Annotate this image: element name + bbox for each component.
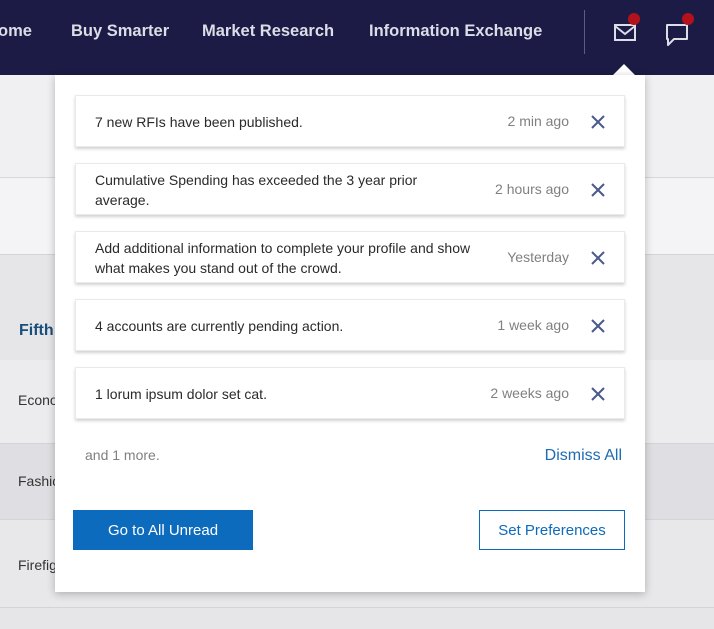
background-row-label: Econo bbox=[18, 392, 58, 408]
chat-button[interactable] bbox=[664, 13, 694, 46]
notification-message: 7 new RFIs have been published. bbox=[95, 114, 303, 130]
notification-item[interactable]: Cumulative Spending has exceeded the 3 y… bbox=[75, 163, 625, 215]
close-icon[interactable] bbox=[589, 249, 607, 267]
background-row-label: Fashic bbox=[18, 473, 60, 489]
notification-time: 2 hours ago bbox=[495, 181, 569, 197]
nav-item-market-research[interactable]: Market Research bbox=[202, 22, 334, 41]
nav-item-buy-smarter[interactable]: Buy Smarter bbox=[71, 22, 169, 41]
close-icon[interactable] bbox=[589, 181, 607, 199]
background-row-label: Firefig bbox=[18, 557, 57, 573]
set-preferences-button[interactable]: Set Preferences bbox=[479, 510, 625, 550]
close-icon[interactable] bbox=[589, 113, 607, 131]
close-icon[interactable] bbox=[589, 385, 607, 403]
notification-time: 1 week ago bbox=[497, 317, 569, 333]
notification-item[interactable]: 1 lorum ipsum dolor set cat. 2 weeks ago bbox=[75, 367, 625, 419]
go-to-all-unread-button[interactable]: Go to All Unread bbox=[73, 510, 253, 550]
notifications-popover: 7 new RFIs have been published. 2 min ag… bbox=[55, 75, 645, 592]
notification-message: Cumulative Spending has exceeded the 3 y… bbox=[95, 172, 418, 208]
chat-badge bbox=[682, 13, 694, 25]
mail-icon bbox=[614, 24, 636, 41]
notification-item[interactable]: 4 accounts are currently pending action.… bbox=[75, 299, 625, 351]
more-notifications-text: and 1 more. bbox=[85, 447, 160, 463]
notification-time: Yesterday bbox=[507, 249, 569, 265]
nav-item-home[interactable]: ome bbox=[0, 22, 32, 41]
notification-time: 2 min ago bbox=[507, 113, 569, 129]
top-nav: ome Buy Smarter Market Research Informat… bbox=[0, 0, 714, 75]
nav-divider bbox=[584, 10, 585, 54]
dismiss-all-link[interactable]: Dismiss All bbox=[545, 447, 622, 465]
close-icon[interactable] bbox=[589, 317, 607, 335]
notification-item[interactable]: Add additional information to complete y… bbox=[75, 231, 625, 283]
notification-item[interactable]: 7 new RFIs have been published. 2 min ag… bbox=[75, 95, 625, 147]
nav-item-information-exchange[interactable]: Information Exchange bbox=[369, 22, 542, 41]
chat-icon bbox=[666, 24, 688, 46]
background-heading: Fifth bbox=[19, 322, 54, 339]
notification-message: Add additional information to complete y… bbox=[95, 240, 471, 276]
mail-button[interactable] bbox=[612, 13, 640, 46]
notification-time: 2 weeks ago bbox=[490, 385, 569, 401]
notification-message: 4 accounts are currently pending action. bbox=[95, 318, 344, 334]
notification-message: 1 lorum ipsum dolor set cat. bbox=[95, 386, 267, 402]
mail-badge bbox=[628, 13, 640, 25]
